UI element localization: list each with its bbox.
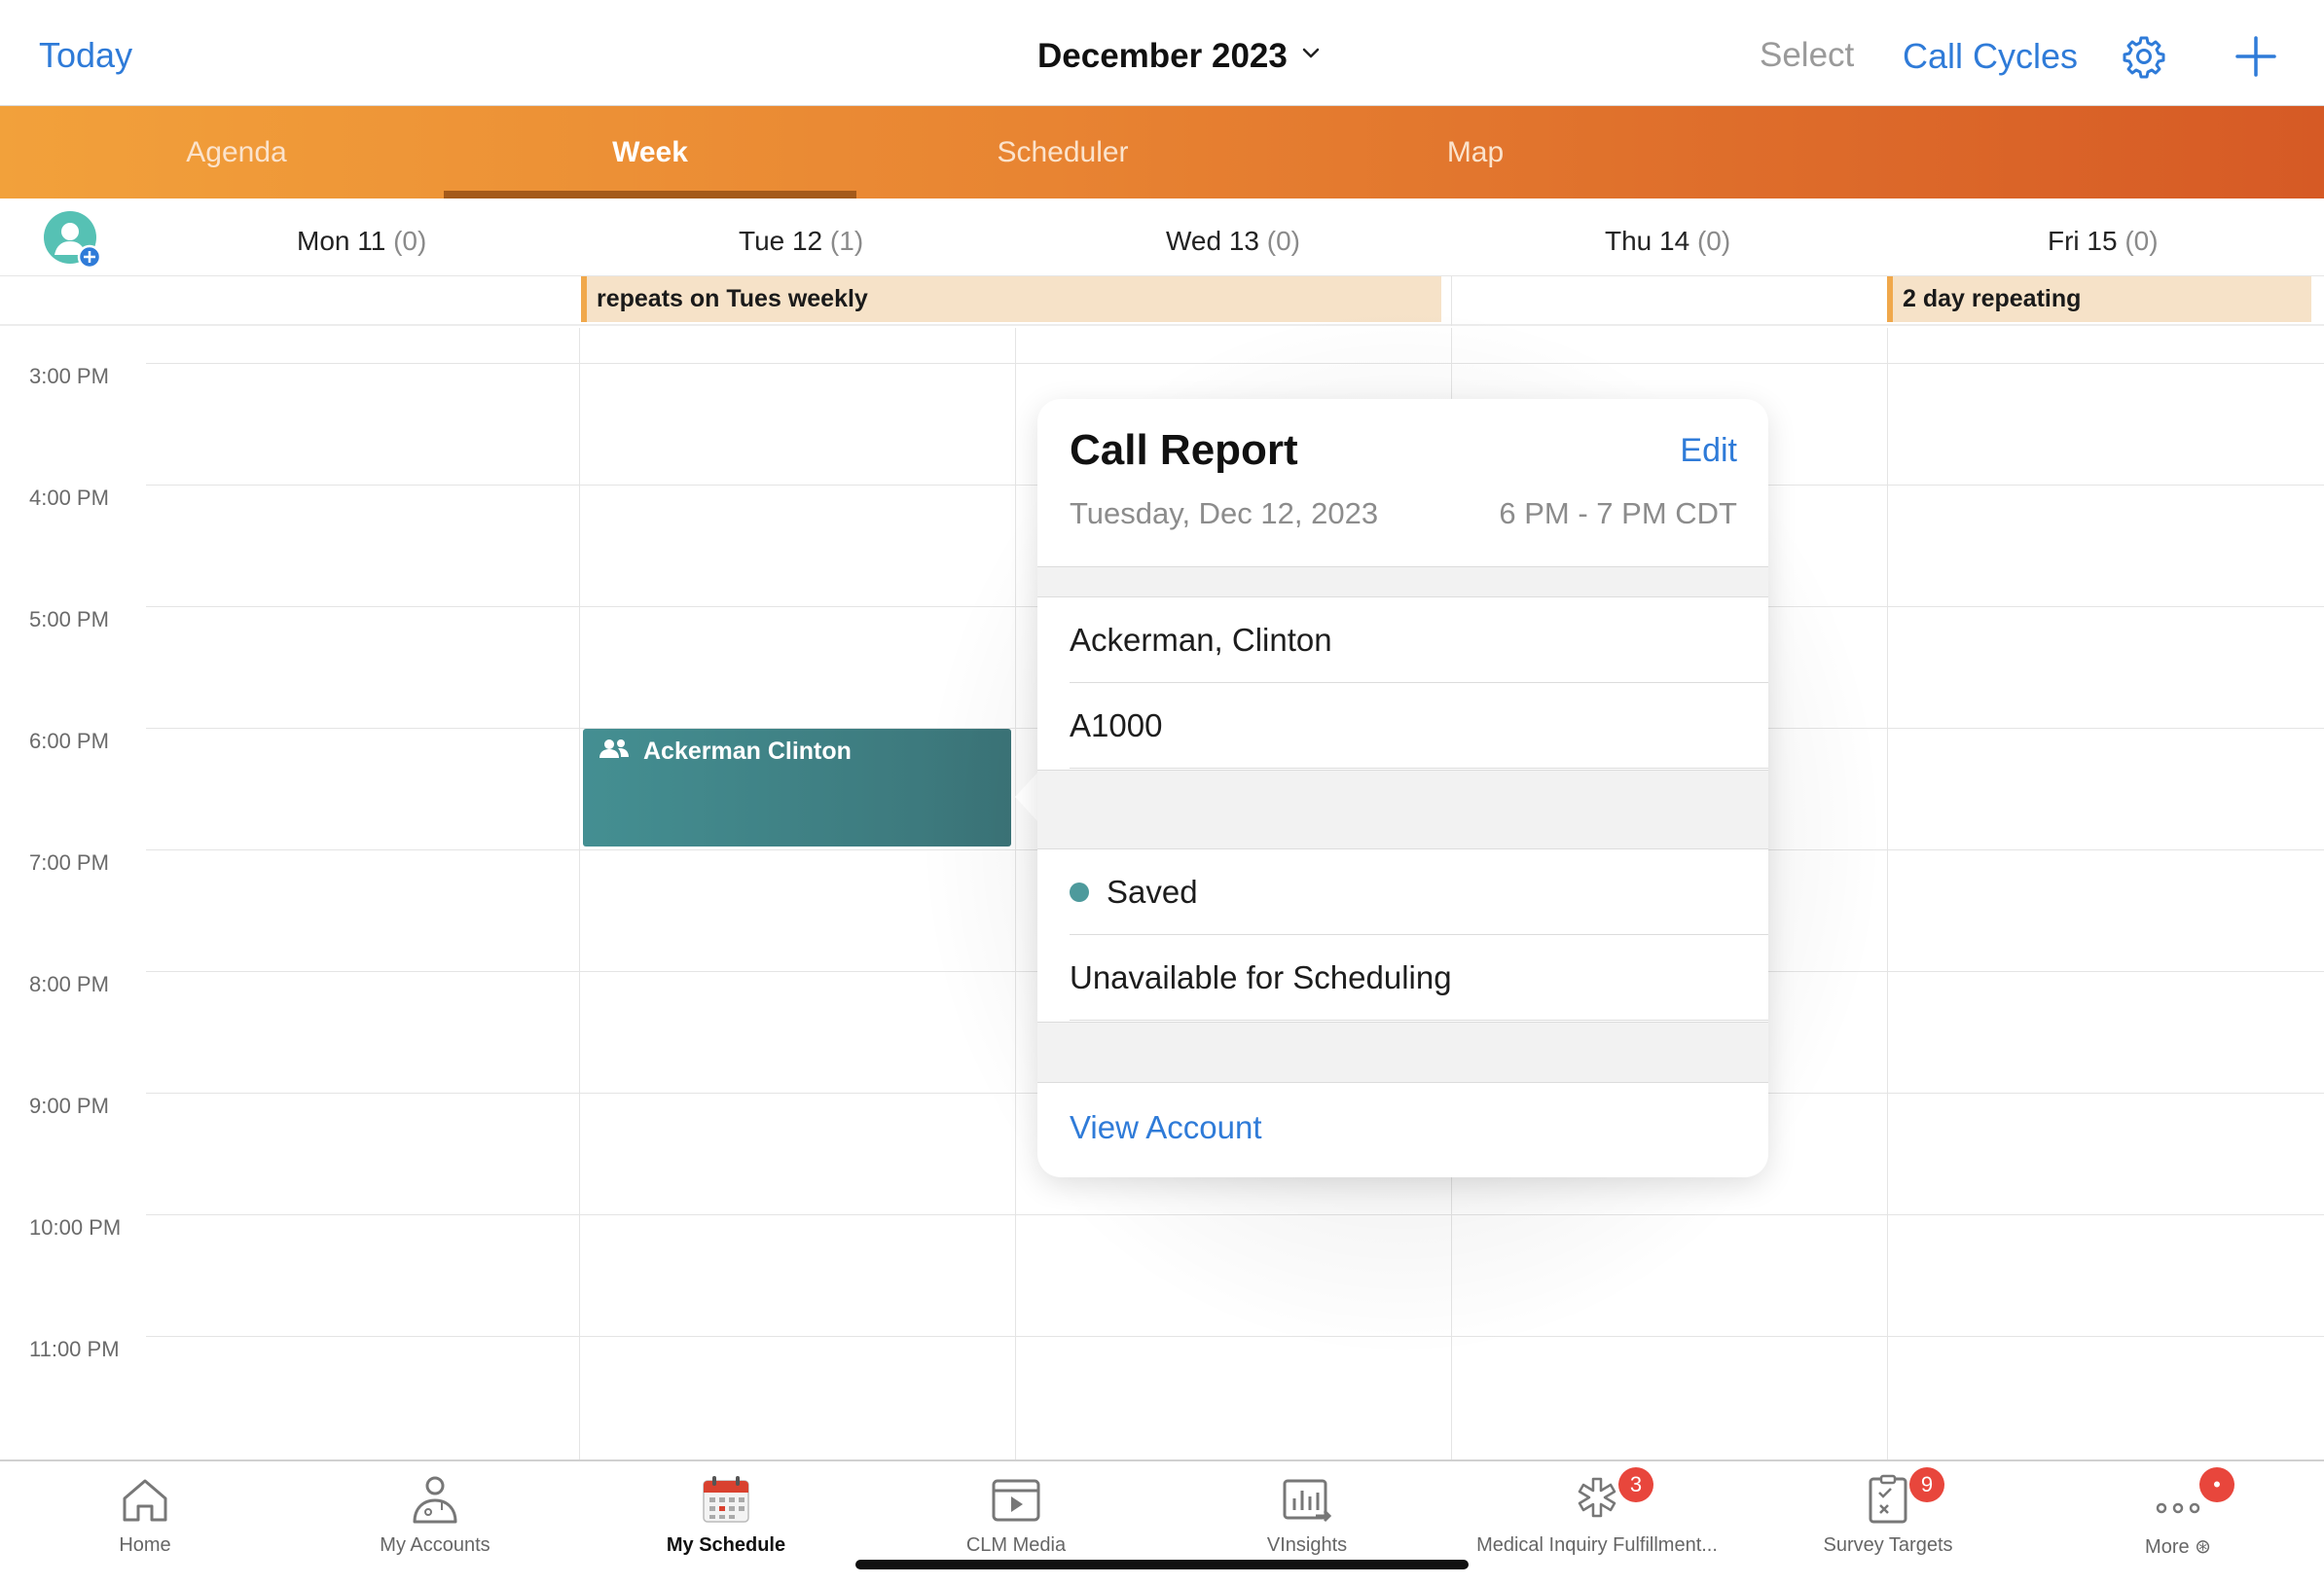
all-day-event[interactable]: 2 day repeating <box>1887 276 2311 322</box>
view-account-link[interactable]: View Account <box>1070 1085 1768 1171</box>
event-title: Ackerman Clinton <box>643 738 852 765</box>
day-name: Fri 15 <box>2048 226 2118 256</box>
all-day-event[interactable]: repeats on Tues weekly <box>581 276 1441 322</box>
all-day-row: repeats on Tues weekly 2 day repeating <box>0 276 2324 326</box>
status-label: Saved <box>1107 874 1198 910</box>
time-label: 11:00 PM <box>29 1337 120 1361</box>
hour-line <box>146 1214 2324 1215</box>
notification-badge: 3 <box>1618 1467 1653 1502</box>
call-time: 6 PM - 7 PM CDT <box>1499 496 1737 530</box>
bottom-tab-label: CLM Media <box>965 1534 1067 1556</box>
time-label: 9:00 PM <box>29 1094 109 1118</box>
hour-line <box>146 363 2324 364</box>
column-divider <box>1015 328 1016 1460</box>
time-label: 5:00 PM <box>29 607 109 631</box>
schedule-screen: Today December 2023 Select Call Cycles A… <box>0 0 2324 1585</box>
call-cycles-button[interactable]: Call Cycles <box>1903 36 2078 77</box>
day-count: (1) <box>829 226 864 256</box>
day-name: Wed 13 <box>1166 226 1259 256</box>
status-row: Saved <box>1070 849 1768 935</box>
status-dot-icon <box>1070 883 1089 903</box>
top-navigation-bar: Today December 2023 Select Call Cycles <box>0 0 2324 106</box>
home-indicator[interactable] <box>855 1560 1469 1569</box>
popover-arrow <box>1015 772 1038 822</box>
day-column-header[interactable]: Tue 12 (1) <box>739 226 863 257</box>
gear-icon[interactable] <box>2122 34 2166 79</box>
section-separator <box>1037 1022 1768 1083</box>
notification-badge: 9 <box>1909 1467 1944 1502</box>
section-separator <box>1037 770 1768 849</box>
availability-row: Unavailable for Scheduling <box>1070 935 1768 1021</box>
day-column-header[interactable]: Mon 11 (0) <box>297 226 426 257</box>
active-tab-indicator <box>444 191 856 198</box>
account-name: Ackerman, Clinton <box>1070 597 1768 683</box>
time-label: 4:00 PM <box>29 486 109 510</box>
account-id: A1000 <box>1070 683 1768 769</box>
bottom-tab-label: More ⊛ <box>2145 1536 2211 1558</box>
medical-star-icon <box>1578 1477 1616 1518</box>
media-player-icon <box>992 1479 1040 1522</box>
column-divider <box>1887 328 1888 1460</box>
time-label: 6:00 PM <box>29 729 109 753</box>
chevron-down-icon[interactable] <box>1300 43 1322 64</box>
time-label: 10:00 PM <box>29 1215 122 1240</box>
tab-scheduler[interactable]: Scheduler <box>856 106 1269 198</box>
bottom-tab-label: Survey Targets <box>1823 1534 1953 1556</box>
bottom-tab-my-schedule[interactable]: My Schedule <box>581 1461 871 1585</box>
day-column-header[interactable]: Fri 15 (0) <box>2048 226 2159 257</box>
calendar-icon <box>703 1476 749 1523</box>
bottom-tab-label: VInsights <box>1266 1534 1348 1556</box>
tab-map[interactable]: Map <box>1269 106 1682 198</box>
call-event[interactable]: Ackerman Clinton <box>583 729 1011 847</box>
bottom-tab-label: My Accounts <box>380 1534 490 1556</box>
day-header-row: Mon 11 (0) Tue 12 (1) Wed 13 (0) Thu 14 … <box>0 198 2324 276</box>
people-icon <box>599 739 629 758</box>
day-column-header[interactable]: Thu 14 (0) <box>1605 226 1730 257</box>
add-icon[interactable] <box>2234 35 2277 78</box>
day-count: (0) <box>393 226 427 256</box>
insights-chart-icon <box>1283 1479 1332 1523</box>
call-date: Tuesday, Dec 12, 2023 <box>1070 496 1379 530</box>
day-count: (0) <box>2124 226 2159 256</box>
select-button[interactable]: Select <box>1760 36 1854 75</box>
month-selector[interactable]: December 2023 <box>1037 37 1288 76</box>
call-report-popover: Call Report Edit Tuesday, Dec 12, 2023 6… <box>1037 399 1768 1177</box>
today-button[interactable]: Today <box>39 35 132 76</box>
day-count: (0) <box>1266 226 1301 256</box>
popover-title: Call Report <box>1070 426 1298 474</box>
day-name: Thu 14 <box>1605 226 1690 256</box>
day-name: Tue 12 <box>739 226 823 256</box>
notification-badge: • <box>2199 1467 2234 1502</box>
time-label: 3:00 PM <box>29 364 109 388</box>
hour-line <box>146 1336 2324 1337</box>
bottom-tab-home[interactable]: Home <box>0 1461 290 1585</box>
bottom-tab-label: My Schedule <box>666 1534 786 1556</box>
home-icon <box>123 1479 167 1522</box>
bottom-tab-label: Home <box>119 1534 171 1556</box>
column-divider <box>579 328 580 1460</box>
time-label: 8:00 PM <box>29 972 109 996</box>
doctor-icon <box>413 1476 457 1524</box>
tab-week[interactable]: Week <box>444 106 856 198</box>
column-divider <box>1451 276 1452 326</box>
day-name: Mon 11 <box>297 226 386 256</box>
bottom-tab-medical-inquiry[interactable]: 3 Medical Inquiry Fulfillment... <box>1452 1461 1742 1585</box>
add-attendee-avatar-icon[interactable] <box>43 210 101 269</box>
bottom-tab-label: Medical Inquiry Fulfillment... <box>1476 1534 1718 1556</box>
bottom-tab-more[interactable]: • More ⊛ <box>2033 1461 2323 1585</box>
day-count: (0) <box>1696 226 1731 256</box>
section-separator <box>1037 566 1768 597</box>
edit-button[interactable]: Edit <box>1680 432 1737 470</box>
more-dots-icon <box>2156 1502 2200 1514</box>
clipboard-check-icon <box>1869 1474 1907 1524</box>
time-label: 7:00 PM <box>29 850 109 875</box>
day-column-header[interactable]: Wed 13 (0) <box>1166 226 1300 257</box>
bottom-tab-survey-targets[interactable]: 9 Survey Targets <box>1743 1461 2033 1585</box>
view-tab-bar: Agenda Week Scheduler Map <box>0 106 2324 198</box>
bottom-tab-my-accounts[interactable]: My Accounts <box>290 1461 580 1585</box>
tab-agenda[interactable]: Agenda <box>30 106 443 198</box>
